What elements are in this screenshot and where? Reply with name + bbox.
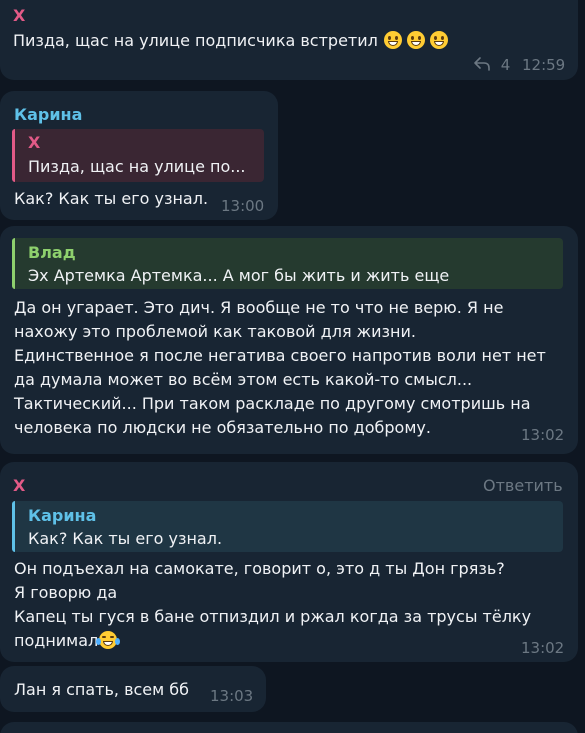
message-line: Единственное я после негатива своего нап…	[14, 346, 546, 365]
message-line: человека по людски не обязательно по доб…	[14, 418, 431, 437]
message-line: да думала может во всём этом есть какой-…	[14, 370, 473, 389]
reply-quote[interactable]: X Пизда, щас на улице по...	[12, 129, 264, 182]
message-time: 12:59	[522, 56, 566, 74]
message-line: Тактический... При таком раскладе по дру…	[14, 394, 531, 413]
face-with-tears-of-joy-icon	[96, 631, 121, 649]
quote-sender: X	[28, 133, 41, 152]
reply-quote[interactable]: Влад Эх Артемка Артемка... А мог бы жить…	[12, 238, 563, 289]
message-bubble[interactable]: Влад Эх Артемка Артемка... А мог бы жить…	[0, 226, 578, 454]
tear-right	[115, 638, 121, 645]
message-time: 13:03	[210, 687, 254, 705]
message-bubble[interactable]: Лан я спать, всем бб 13:03	[0, 666, 266, 712]
tear-left	[96, 638, 102, 645]
quote-bar	[12, 129, 15, 182]
quote-sender: Карина	[28, 506, 97, 525]
message-line: нахожу это проблемой как таковой для жиз…	[14, 322, 416, 341]
message-line: Капец ты гуся в бане отпиздил и ржал ког…	[14, 607, 532, 626]
quote-text: Эх Артемка Артемка... А мог бы жить и жи…	[28, 266, 450, 285]
replies-indicator[interactable]: 4	[474, 56, 510, 74]
message-time: 13:02	[521, 426, 565, 444]
sender-name[interactable]: X	[13, 476, 25, 496]
message-line: Да он угарает. Это дич. Я вообще не то ч…	[14, 298, 504, 317]
grinning-face-icon	[429, 31, 448, 49]
message-text: Как? Как ты его узнал.	[14, 189, 209, 208]
sender-name[interactable]: X	[13, 6, 25, 26]
reply-arrow-icon	[474, 57, 490, 71]
reply-count: 4	[500, 56, 511, 74]
quote-text: Как? Как ты его узнал.	[28, 529, 223, 548]
message-bubble[interactable]: X Пизда, щас на улице подписчика встрети…	[0, 0, 578, 80]
message-line: Он подъехал на самокате, говорит о, это …	[14, 559, 505, 578]
message-line-with-emoji: поднимал	[14, 629, 121, 653]
quote-text: Пизда, щас на улице по...	[28, 157, 246, 176]
quote-bar	[12, 238, 15, 289]
message-text: Лан я спать, всем бб	[14, 680, 190, 699]
message-time: 13:00	[221, 197, 265, 215]
message-bubble[interactable]: Карина X Пизда, щас на улице по... Как? …	[0, 91, 278, 220]
quote-sender: Влад	[28, 243, 76, 262]
reply-button[interactable]: Ответить	[483, 477, 563, 495]
message-line: поднимал	[14, 631, 99, 650]
message-text-content: Пизда, щас на улице подписчика встретил	[13, 31, 378, 50]
message-bubble[interactable]: X Ответить Карина Как? Как ты его узнал.…	[0, 462, 578, 662]
message-line: Я говорю да	[14, 583, 118, 602]
quote-bar	[12, 501, 15, 552]
message-bubble-partial[interactable]	[0, 722, 578, 733]
grinning-face-icon	[383, 31, 402, 49]
reply-quote[interactable]: Карина Как? Как ты его узнал.	[12, 501, 563, 552]
sender-name[interactable]: Карина	[14, 105, 82, 125]
message-time: 13:02	[521, 639, 565, 657]
grinning-face-icon	[406, 31, 425, 49]
message-text: Пизда, щас на улице подписчика встретил	[13, 29, 448, 53]
